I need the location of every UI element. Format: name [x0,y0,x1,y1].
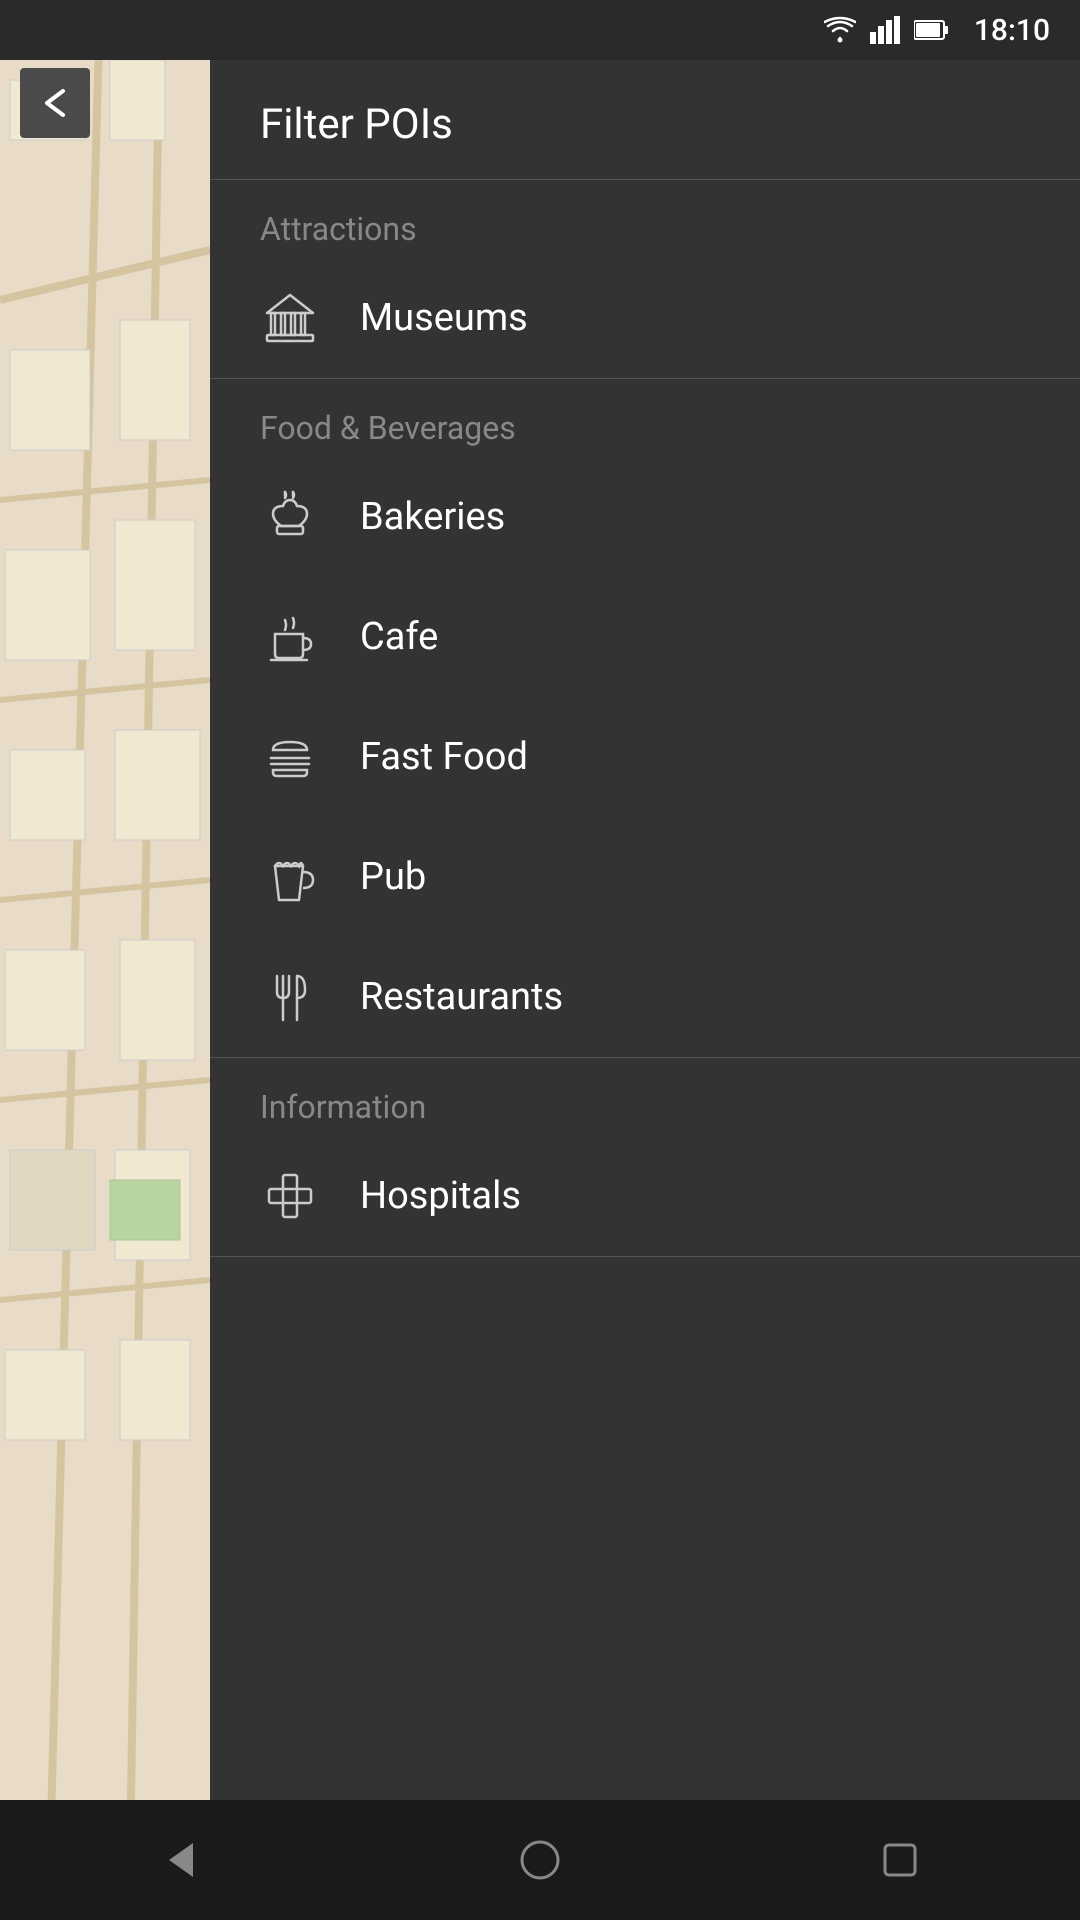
poi-item-cafe[interactable]: Cafe [210,577,1080,697]
back-arrow-icon [35,83,75,123]
fastfood-icon [260,727,320,787]
hospital-icon [260,1166,320,1226]
poi-item-hospitals[interactable]: Hospitals [210,1136,1080,1256]
nav-bar [0,1800,1080,1920]
nav-home-button[interactable] [500,1820,580,1900]
poi-item-restaurants[interactable]: Restaurants [210,937,1080,1057]
nav-recent-icon [875,1835,925,1885]
poi-item-bakeries[interactable]: Bakeries [210,457,1080,577]
wifi-icon [824,16,856,44]
poi-item-museums[interactable]: Museums [210,258,1080,378]
poi-label-fast-food: Fast Food [360,735,528,779]
section-attractions: Attractions Museums [210,180,1080,379]
drawer-title: Filter POIs [260,100,453,149]
section-food-beverages: Food & Beverages Bakeries [210,379,1080,1058]
bakery-icon [260,487,320,547]
pub-icon [260,847,320,907]
cafe-icon [260,607,320,667]
poi-label-bakeries: Bakeries [360,495,505,539]
drawer-panel: Filter POIs Attractions Museums Food & B… [210,60,1080,1920]
signal-icon [870,16,900,44]
poi-label-hospitals: Hospitals [360,1174,521,1218]
section-label-food: Food & Beverages [210,379,1080,457]
battery-icon [914,18,950,42]
poi-item-pub[interactable]: Pub [210,817,1080,937]
nav-back-icon [155,1835,205,1885]
status-bar: 18:10 [0,0,1080,60]
poi-label-museums: Museums [360,296,528,340]
section-label-information: Information [210,1058,1080,1136]
museum-icon [260,288,320,348]
section-label-attractions: Attractions [210,180,1080,258]
restaurant-icon [260,967,320,1027]
poi-label-pub: Pub [360,855,426,899]
nav-recent-button[interactable] [860,1820,940,1900]
poi-item-fast-food[interactable]: Fast Food [210,697,1080,817]
section-information: Information Hospitals [210,1058,1080,1257]
status-icons: 18:10 [824,13,1050,48]
status-time: 18:10 [974,13,1050,48]
back-button[interactable] [20,68,90,138]
nav-home-icon [515,1835,565,1885]
map-roads [0,0,210,1860]
poi-label-restaurants: Restaurants [360,975,563,1019]
nav-back-button[interactable] [140,1820,220,1900]
poi-label-cafe: Cafe [360,615,438,659]
drawer-header: Filter POIs [210,60,1080,180]
map-area [0,0,210,1860]
